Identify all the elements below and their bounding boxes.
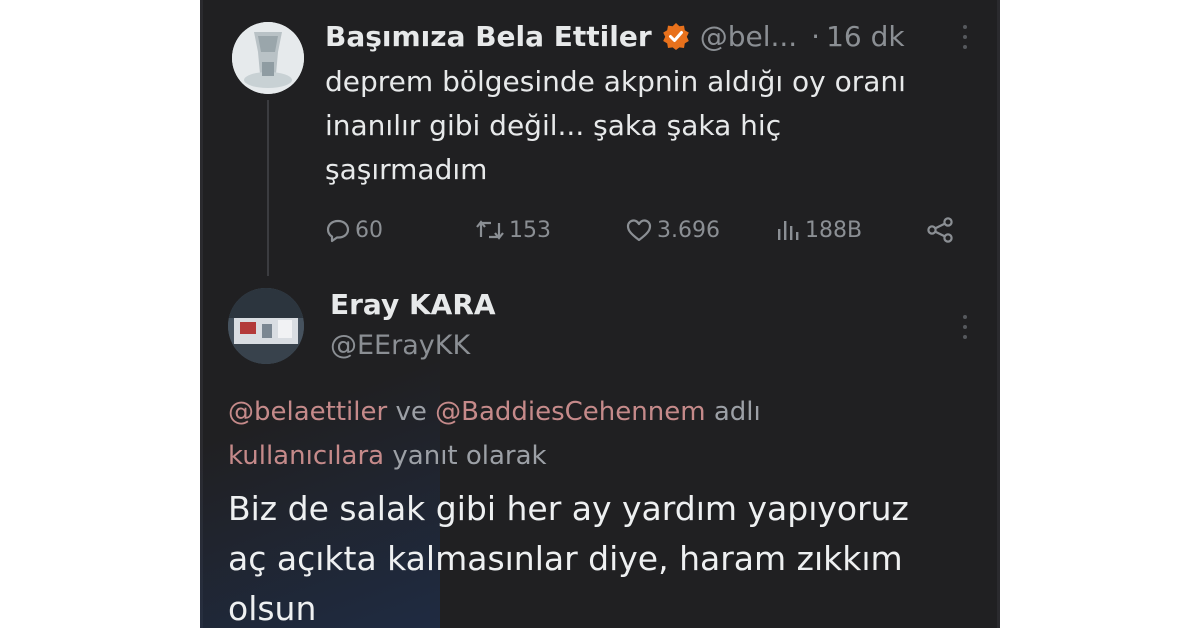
views-count: 188B [805,217,863,243]
reply-count: 60 [355,217,383,243]
reply-button[interactable]: 60 [325,210,383,250]
more-options-icon[interactable] [960,312,970,342]
phone-screen: Başımıza Bela Ettiler @bel... · 16 dk de… [200,0,1000,628]
mention-link[interactable]: kullanıcılara [228,441,384,471]
mention-link[interactable]: @BaddiesCehennem [435,397,705,427]
retweet-button[interactable]: 153 [475,210,551,250]
mention-link[interactable]: @belaettiler [228,397,387,427]
original-tweet-header: Başımıza Bela Ettiler @bel... · 16 dk [325,16,905,56]
reply-tweet-line: Biz de salak gibi her ay yardım yapıyoru… [228,489,909,528]
verified-badge-icon [662,22,690,50]
more-options-icon[interactable] [960,22,970,52]
like-count: 3.696 [657,217,720,243]
original-tweet-line: deprem bölgesinde akpnin aldığı oy oranı [325,65,906,98]
share-button[interactable] [925,210,959,250]
replying-to-context: @belaettiler ve @BaddiesCehennem adlı ku… [228,390,968,478]
replying-to-line: kullanıcılara yanıt olarak [228,434,968,478]
retweet-icon [476,220,504,240]
tweet-action-bar: 60 153 3.696 188B [325,210,975,250]
original-tweet-timestamp[interactable]: 16 dk [826,20,905,53]
like-button[interactable]: 3.696 [625,210,720,250]
retweet-count: 153 [509,217,551,243]
reply-tweet-line: olsun [228,589,317,628]
original-tweet-avatar[interactable] [232,22,304,94]
views-button[interactable]: 188B [775,210,862,250]
replying-to-connector: ve [395,397,427,427]
screen-edge-left [200,0,203,628]
thread-connector-line [267,100,269,276]
reply-author-name[interactable]: Eray KARA [330,288,496,321]
image-canvas: Başımıza Bela Ettiler @bel... · 16 dk de… [0,0,1200,628]
views-icon [778,221,799,240]
screen-edge-right [997,0,1000,628]
original-tweet-author-name[interactable]: Başımıza Bela Ettiler [325,20,652,53]
replying-to-suffix: yanıt olarak [392,441,547,471]
reply-author-handle[interactable]: @EErayKK [330,330,470,361]
reply-tweet-text: Biz de salak gibi her ay yardım yapıyoru… [228,484,988,628]
heart-icon [626,219,652,242]
reply-tweet-line: aç açıkta kalmasınlar diye, haram zıkkım [228,539,903,578]
share-icon [927,217,953,243]
original-tweet-line: şaşırmadım [325,153,488,186]
original-tweet-line: inanılır gibi değil... şaka şaka hiç [325,109,782,142]
reply-icon [326,219,350,243]
original-tweet-text: deprem bölgesinde akpnin aldığı oy oranı… [325,60,965,192]
time-separator: · [811,19,821,53]
reply-author-avatar[interactable] [228,288,304,364]
replying-to-suffix: adlı [713,397,761,427]
original-tweet-handle[interactable]: @bel... [700,20,797,53]
replying-to-line: @belaettiler ve @BaddiesCehennem adlı [228,390,968,434]
